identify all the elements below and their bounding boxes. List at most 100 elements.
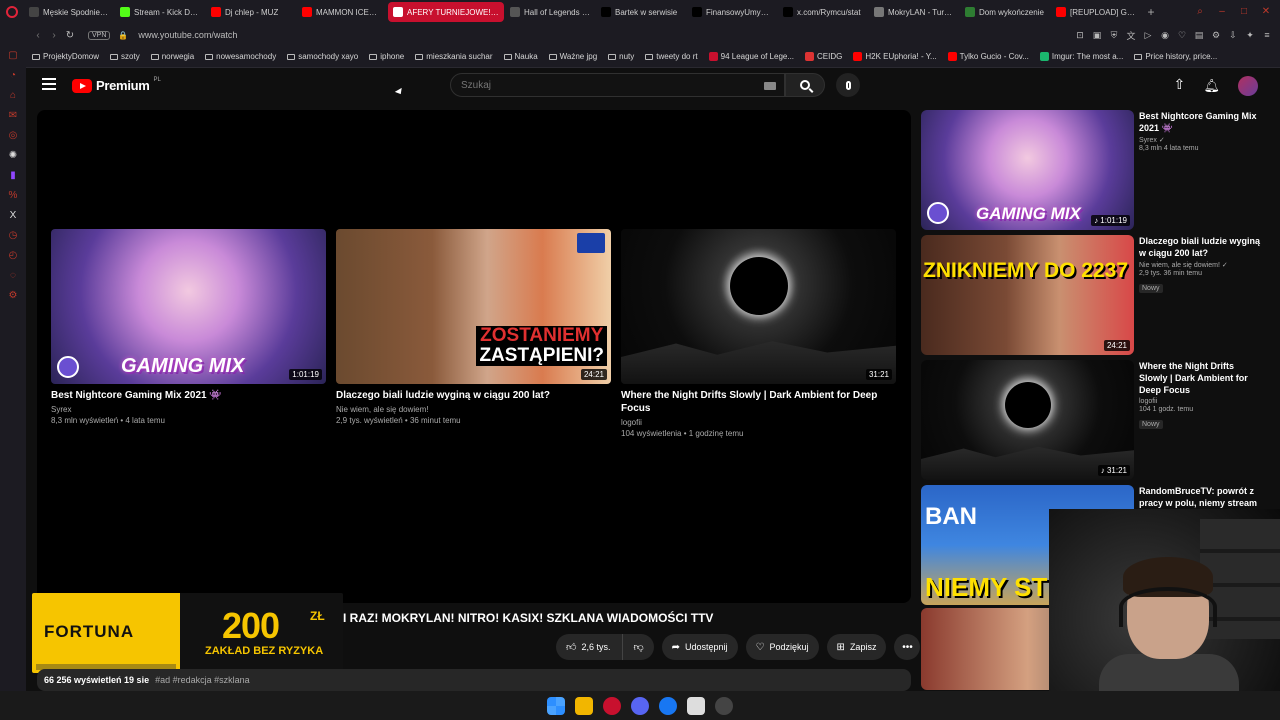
more-actions-button[interactable]: •••: [894, 634, 921, 660]
bookmark-item[interactable]: norwegia: [150, 52, 194, 61]
ai-icon[interactable]: ✦: [1245, 30, 1255, 41]
app-icon[interactable]: [687, 696, 705, 715]
vpn-badge[interactable]: VPN: [88, 30, 111, 40]
snapshot-icon[interactable]: ▣: [1092, 30, 1102, 41]
player-icon[interactable]: ▷: [1143, 30, 1153, 41]
endscreen-title[interactable]: Best Nightcore Gaming Mix 2021 👾: [51, 389, 326, 402]
bookmark-item[interactable]: Tylko Gucio - Cov...: [947, 52, 1029, 61]
endscreen-video-2[interactable]: ZOSTANIEMY ZASTĄPIENI? 24:21 Dlaczego bia…: [336, 229, 611, 425]
bookmark-item[interactable]: ProjektyDomow: [32, 52, 99, 61]
bookmark-item[interactable]: tweety do rt: [645, 52, 698, 61]
maximize-icon[interactable]: □: [1238, 6, 1250, 18]
save-button[interactable]: ⊞ Zapisz: [826, 634, 887, 660]
search-tabs-icon[interactable]: ⌕: [1194, 6, 1206, 18]
camera-icon[interactable]: ◉: [1160, 30, 1170, 41]
search-button[interactable]: [785, 73, 825, 97]
bookmark-item[interactable]: nuty: [608, 52, 634, 61]
messenger-icon[interactable]: ✉: [0, 106, 26, 126]
chat-icon[interactable]: ◌: [0, 266, 26, 286]
recommendation-title[interactable]: Dlaczego biali ludzie wyginą w ciągu 200…: [1139, 235, 1261, 259]
back-icon[interactable]: ‹: [30, 30, 46, 41]
bookmark-item[interactable]: mieszkania suchar: [415, 52, 493, 61]
instagram-icon[interactable]: ◎: [0, 126, 26, 146]
keyboard-icon[interactable]: [764, 82, 776, 90]
bell-icon[interactable]: 🔔︎: [1203, 78, 1220, 94]
endscreen-title[interactable]: Dlaczego biali ludzie wyginą w ciągu 200…: [336, 389, 611, 402]
recommendation-title[interactable]: Best Nightcore Gaming Mix 2021 👾: [1139, 110, 1261, 134]
discord-icon[interactable]: [631, 696, 649, 715]
close-icon[interactable]: ✕: [1260, 6, 1272, 18]
speed-dial-icon[interactable]: ▢: [0, 46, 26, 66]
shopping-icon[interactable]: ⌂: [0, 86, 26, 106]
bookmark-icon[interactable]: ⊡: [1075, 30, 1085, 41]
avatar[interactable]: [1238, 76, 1258, 96]
endscreen-title[interactable]: Where the Night Drifts Slowly | Dark Amb…: [621, 389, 896, 415]
bookmark-item[interactable]: Nauka: [503, 52, 538, 61]
endscreen-channel[interactable]: logofii: [621, 418, 896, 427]
percent-icon[interactable]: %: [0, 186, 26, 206]
timer-icon[interactable]: ◴: [0, 246, 26, 266]
opera-gx-icon[interactable]: [603, 696, 621, 715]
endscreen-thumbnail[interactable]: ZOSTANIEMY ZASTĄPIENI? 24:21: [336, 229, 611, 384]
bookmark-item[interactable]: samochody xayo: [287, 52, 358, 61]
browser-tab[interactable]: Dj chlep - MUZ: [206, 2, 296, 22]
voice-search-button[interactable]: [836, 73, 860, 97]
forward-icon[interactable]: ›: [46, 30, 62, 41]
like-button[interactable]: 👍︎ 2,6 tys.: [556, 634, 624, 660]
bookmark-item[interactable]: H2K EUphoria! - Y...: [853, 52, 937, 61]
browser-tab[interactable]: [REUPLOAD] Głow: [1051, 2, 1141, 22]
browser-tab[interactable]: MokryLAN - Turnie: [869, 2, 959, 22]
dislike-button[interactable]: 👎︎: [623, 634, 654, 660]
video-player[interactable]: GAMING MIX 1:01:19 Best Nightcore Gaming…: [37, 110, 911, 603]
youtube-premium-logo[interactable]: Premium PL: [72, 77, 161, 93]
file-explorer-icon[interactable]: [575, 696, 593, 715]
thanks-button[interactable]: ♡ Podziękuj: [745, 634, 819, 660]
bookmark-item[interactable]: nowesamochody: [205, 52, 276, 61]
download-icon[interactable]: ⇩: [1228, 30, 1238, 41]
endscreen-channel[interactable]: Nie wiem, ale się dowiem!: [336, 405, 611, 414]
search-input[interactable]: [451, 74, 741, 96]
bookmark-item[interactable]: Imgur: The most a...: [1039, 52, 1123, 61]
hamburger-menu-icon[interactable]: [42, 78, 56, 90]
endscreen-thumbnail[interactable]: GAMING MIX 1:01:19: [51, 229, 326, 384]
windows-start-icon[interactable]: [547, 696, 565, 715]
bookmark-item[interactable]: Ważne jpg: [548, 52, 597, 61]
browser-tab[interactable]: Dom wykończenie: [960, 2, 1050, 22]
wallet-icon[interactable]: ▤: [1194, 30, 1204, 41]
recommendation-channel[interactable]: Syrex ✓: [1139, 136, 1261, 144]
bookmark-item[interactable]: CEIDG: [805, 52, 842, 61]
url-field[interactable]: www.youtube.com/watch: [138, 30, 237, 40]
browser-tab[interactable]: Męskie Spodnie TH: [24, 2, 114, 22]
extensions-icon[interactable]: ⚙: [1211, 30, 1221, 41]
new-tab-button[interactable]: +: [1142, 5, 1160, 19]
browser-tab[interactable]: FinansowyUmysł w: [687, 2, 777, 22]
browser-tab[interactable]: AFERY TURNIEJOWE! MA: [388, 2, 504, 22]
reload-icon[interactable]: ↻: [62, 30, 78, 41]
translate-icon[interactable]: 文: [1126, 29, 1136, 42]
bookmark-item[interactable]: Price history, price...: [1134, 52, 1217, 61]
recommendation-channel[interactable]: logofii: [1139, 398, 1261, 405]
bookmark-item[interactable]: szoty: [110, 52, 140, 61]
recommendation-thumbnail[interactable]: GAMING MIX ♪ 1:01:19: [921, 110, 1134, 230]
facebook-icon[interactable]: [659, 696, 677, 715]
bookmark-item[interactable]: iphone: [369, 52, 404, 61]
description-tags[interactable]: #ad #redakcja #szklana: [155, 675, 250, 685]
obs-icon[interactable]: [715, 696, 733, 715]
lock-icon[interactable]: 🔒: [118, 31, 128, 40]
clock-icon[interactable]: ◷: [0, 226, 26, 246]
upload-icon[interactable]: [1173, 76, 1185, 93]
recommendation-2[interactable]: ZNIKNIEMY DO 2237 24:21 Dlaczego biali l…: [921, 235, 1261, 355]
x-icon[interactable]: X: [0, 206, 26, 226]
recommendation-thumbnail[interactable]: ♪ 31:21: [921, 360, 1134, 480]
share-button[interactable]: ➦ Udostępnij: [661, 634, 738, 660]
menu-icon[interactable]: ≡: [1262, 30, 1272, 40]
opera-logo-icon[interactable]: [0, 0, 24, 24]
recommendation-3[interactable]: ♪ 31:21 Where the Night Drifts Slowly | …: [921, 360, 1261, 480]
minimize-icon[interactable]: –: [1216, 6, 1228, 18]
history-icon[interactable]: ◔: [0, 66, 26, 86]
browser-tab[interactable]: MAMMON ICEBERG: [297, 2, 387, 22]
endscreen-video-3[interactable]: 31:21 Where the Night Drifts Slowly | Da…: [621, 229, 896, 438]
endscreen-channel[interactable]: Syrex: [51, 405, 326, 414]
endscreen-video-1[interactable]: GAMING MIX 1:01:19 Best Nightcore Gaming…: [51, 229, 326, 425]
heart-icon[interactable]: ♡: [1177, 30, 1187, 41]
